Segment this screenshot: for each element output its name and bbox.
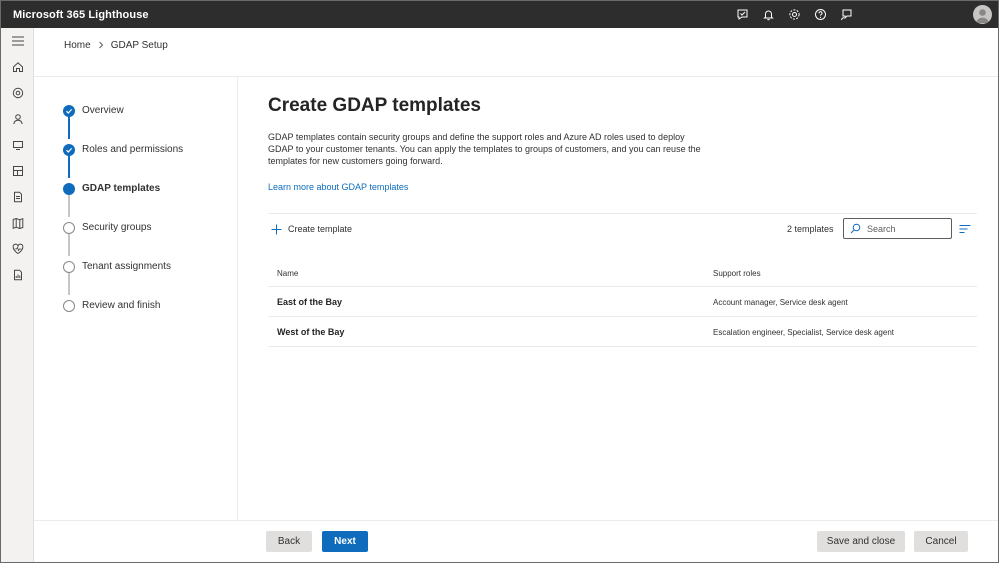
- reports-icon[interactable]: [1, 262, 34, 288]
- step-label: Overview: [82, 105, 124, 116]
- checkmark-icon: [63, 105, 75, 117]
- column-header-name[interactable]: Name: [277, 269, 298, 278]
- breadcrumb-current: GDAP Setup: [110, 39, 168, 51]
- bell-icon[interactable]: [755, 1, 781, 28]
- chevron-right-icon: [98, 41, 104, 49]
- avatar[interactable]: [973, 5, 992, 24]
- search-input[interactable]: [867, 223, 947, 234]
- templates-table: Name Support roles East of the Bay Accou…: [268, 259, 977, 347]
- step-connector: [68, 233, 70, 256]
- checkmark-icon: [63, 144, 75, 156]
- template-count: 2 templates: [787, 224, 834, 234]
- dashboard-icon[interactable]: [1, 158, 34, 184]
- app-title[interactable]: Microsoft 365 Lighthouse: [13, 9, 149, 21]
- map-icon[interactable]: [1, 210, 34, 236]
- table-row[interactable]: West of the Bay Escalation engineer, Spe…: [268, 317, 977, 347]
- health-icon[interactable]: [1, 236, 34, 262]
- table-header: Name Support roles: [268, 259, 977, 287]
- page-description: GDAP templates contain security groups a…: [268, 132, 701, 166]
- column-header-support-roles[interactable]: Support roles: [713, 269, 761, 278]
- person-feedback-icon[interactable]: [833, 1, 859, 28]
- home-icon[interactable]: [1, 54, 34, 80]
- help-icon[interactable]: [807, 1, 833, 28]
- current-step-icon: [63, 183, 75, 195]
- footer-divider: [34, 520, 998, 521]
- pending-step-icon: [63, 300, 75, 312]
- next-button[interactable]: Next: [322, 531, 368, 552]
- back-button[interactable]: Back: [266, 531, 312, 552]
- users-icon[interactable]: [1, 106, 34, 132]
- step-connector: [68, 194, 70, 217]
- step-label: Security groups: [82, 222, 152, 233]
- template-name[interactable]: West of the Bay: [277, 327, 344, 337]
- step-label: GDAP templates: [82, 183, 161, 194]
- step-label: Tenant assignments: [82, 261, 171, 272]
- save-and-close-button[interactable]: Save and close: [817, 531, 905, 552]
- header-divider: [34, 76, 998, 77]
- page-title: Create GDAP templates: [268, 95, 481, 116]
- pending-step-icon: [63, 222, 75, 234]
- devices-icon[interactable]: [1, 132, 34, 158]
- template-support-roles: Escalation engineer, Specialist, Service…: [713, 328, 894, 337]
- step-connector: [68, 155, 70, 178]
- left-rail: [1, 28, 34, 562]
- step-connector: [68, 116, 70, 139]
- toolbar-divider: [268, 213, 977, 214]
- learn-more-link[interactable]: Learn more about GDAP templates: [268, 182, 408, 192]
- template-support-roles: Account manager, Service desk agent: [713, 298, 848, 307]
- create-template-label: Create template: [288, 224, 353, 234]
- top-icons: [729, 1, 859, 28]
- step-connector: [68, 272, 70, 295]
- document-icon[interactable]: [1, 184, 34, 210]
- top-bar: Microsoft 365 Lighthouse: [1, 1, 998, 28]
- step-label: Roles and permissions: [82, 144, 184, 155]
- create-template-button[interactable]: Create template: [271, 220, 352, 238]
- plus-icon: [271, 224, 282, 235]
- breadcrumb: Home GDAP Setup: [64, 39, 168, 51]
- stepper-divider: [237, 77, 238, 520]
- template-name[interactable]: East of the Bay: [277, 297, 342, 307]
- hamburger-icon[interactable]: [1, 28, 34, 54]
- search-box[interactable]: [843, 218, 952, 239]
- table-row[interactable]: East of the Bay Account manager, Service…: [268, 287, 977, 317]
- breadcrumb-home[interactable]: Home: [64, 40, 91, 51]
- search-icon: [850, 223, 861, 234]
- tenants-icon[interactable]: [1, 80, 34, 106]
- step-label: Review and finish: [82, 300, 161, 311]
- feedback-icon[interactable]: [729, 1, 755, 28]
- cancel-button[interactable]: Cancel: [914, 531, 968, 552]
- filter-icon[interactable]: [958, 222, 972, 236]
- pending-step-icon: [63, 261, 75, 273]
- gear-icon[interactable]: [781, 1, 807, 28]
